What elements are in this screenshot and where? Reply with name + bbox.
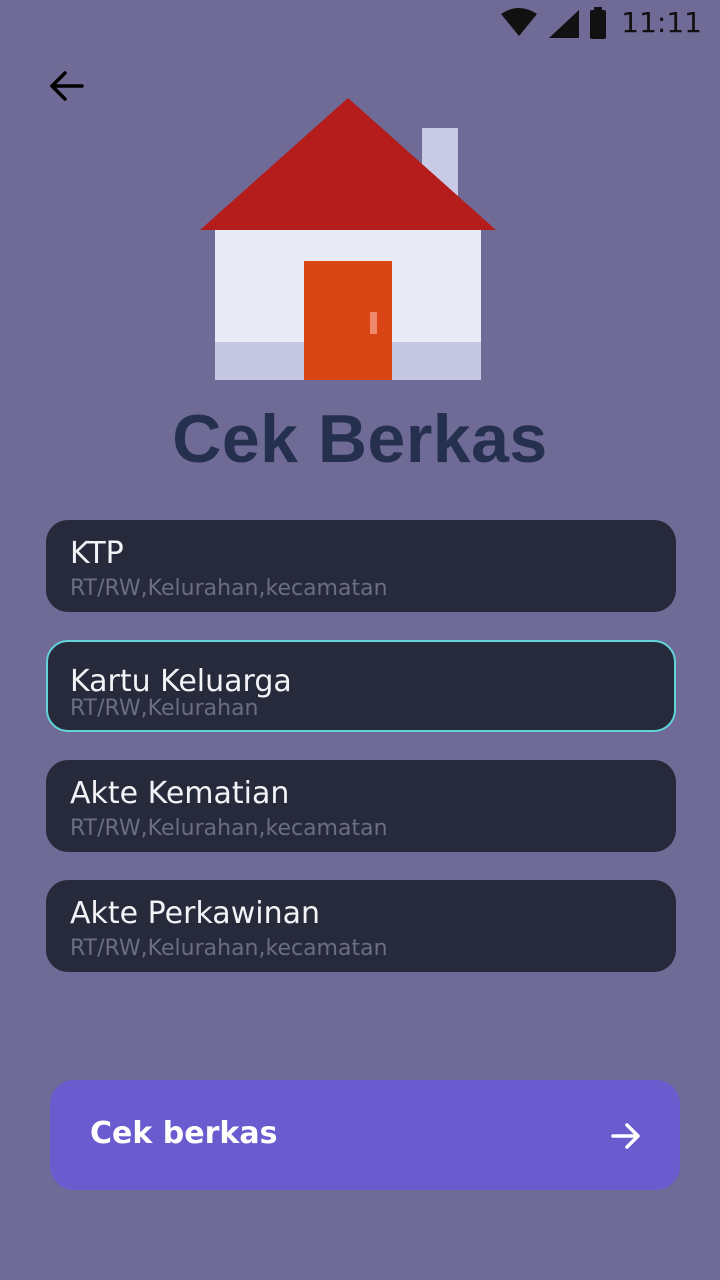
cek-berkas-button[interactable]: Cek berkas	[50, 1080, 680, 1190]
back-button[interactable]	[40, 62, 92, 110]
document-subtitle: RT/RW,Kelurahan,kecamatan	[70, 936, 388, 961]
page-title: Cek Berkas	[172, 401, 548, 477]
document-item-ktp[interactable]: KTP RT/RW,Kelurahan,kecamatan	[46, 520, 676, 612]
cek-berkas-label: Cek berkas	[90, 1116, 278, 1151]
document-title: Akte Perkawinan	[70, 896, 320, 931]
signal-icon	[549, 9, 580, 38]
document-item-kartu-keluarga[interactable]: Kartu Keluarga RT/RW,Kelurahan	[46, 640, 676, 732]
document-subtitle: RT/RW,Kelurahan	[70, 696, 259, 721]
document-subtitle: RT/RW,Kelurahan,kecamatan	[70, 576, 388, 601]
house-illustration	[200, 98, 496, 380]
document-subtitle: RT/RW,Kelurahan,kecamatan	[70, 816, 388, 841]
house-door	[304, 261, 392, 380]
status-time: 11:11	[621, 6, 702, 39]
document-list: KTP RT/RW,Kelurahan,kecamatan Kartu Kelu…	[46, 520, 676, 1000]
document-title: Kartu Keluarga	[70, 664, 292, 699]
document-title: KTP	[70, 536, 124, 571]
document-item-akte-perkawinan[interactable]: Akte Perkawinan RT/RW,Kelurahan,kecamata…	[46, 880, 676, 972]
arrow-right-icon	[611, 1123, 640, 1149]
status-icons: 11:11	[501, 6, 702, 39]
document-title: Akte Kematian	[70, 776, 290, 811]
battery-icon	[590, 6, 607, 39]
status-bar: 11:11	[0, 0, 720, 48]
document-item-akte-kematian[interactable]: Akte Kematian RT/RW,Kelurahan,kecamatan	[46, 760, 676, 852]
arrow-left-icon	[50, 71, 84, 101]
door-handle	[370, 312, 377, 334]
wifi-icon	[501, 7, 538, 36]
